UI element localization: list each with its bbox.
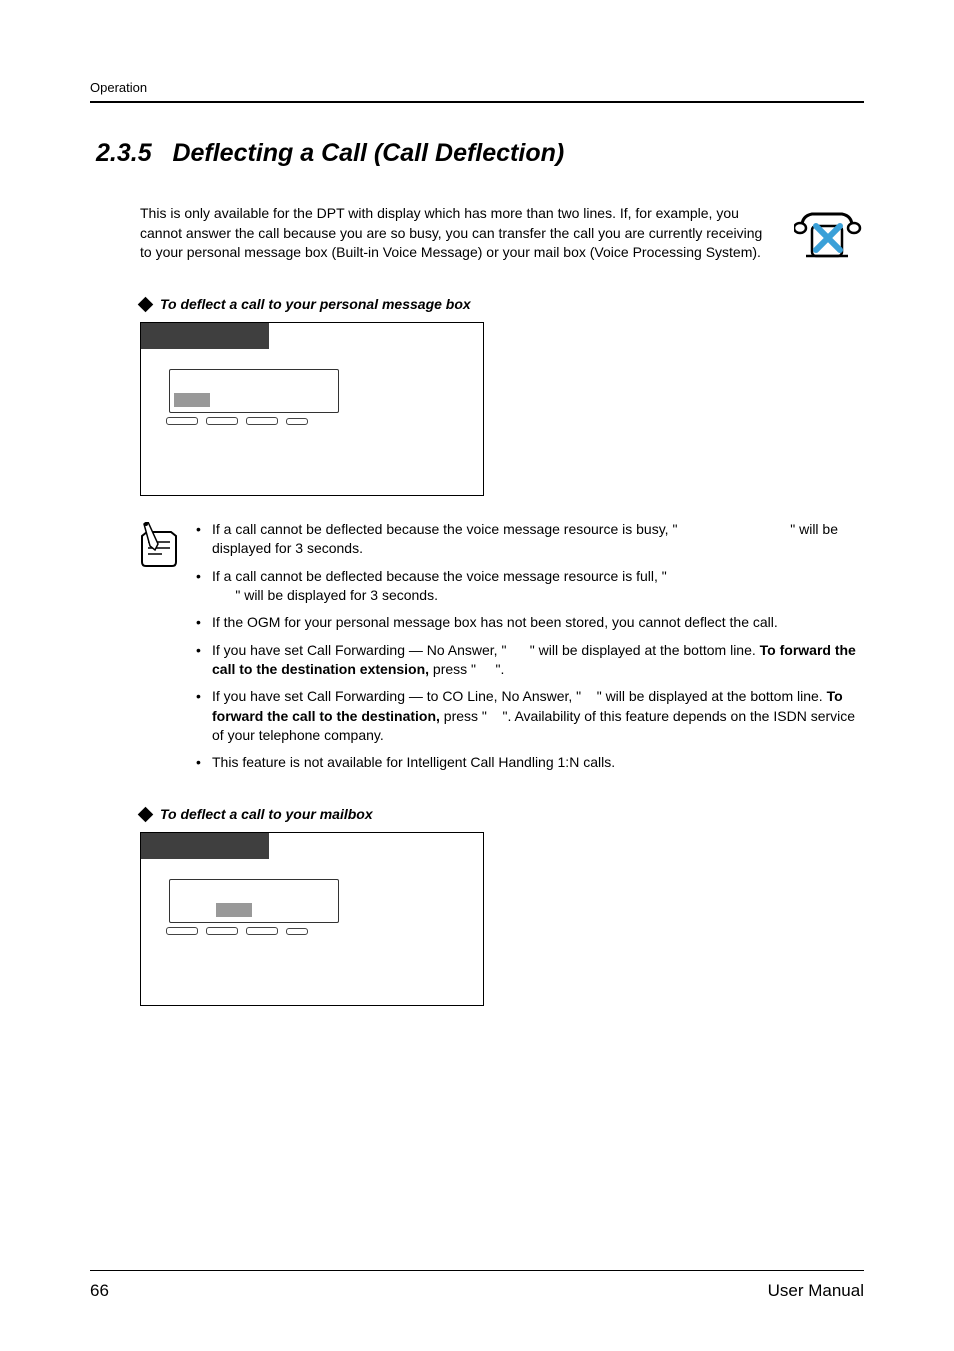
phone-display xyxy=(169,369,339,413)
title-text: Deflecting a Call (Call Deflection) xyxy=(172,139,564,167)
page-header: Operation xyxy=(90,80,864,103)
phone-transfer-icon xyxy=(794,204,864,268)
subhead-2: To deflect a call to your mailbox xyxy=(140,806,864,822)
softkey-3 xyxy=(246,927,278,935)
display-softlabel xyxy=(174,393,210,407)
page-footer: 66 User Manual xyxy=(90,1270,864,1301)
note-item-2: If a call cannot be deflected because th… xyxy=(194,567,864,606)
softkey-1 xyxy=(166,417,198,425)
display-screen xyxy=(174,883,334,917)
box-spacer xyxy=(163,425,461,469)
page-number: 66 xyxy=(90,1281,109,1301)
box-body xyxy=(141,349,483,495)
title-number: 2.3.5 xyxy=(96,139,152,167)
subhead-2-text: To deflect a call to your mailbox xyxy=(160,806,373,822)
softkey-2 xyxy=(206,927,238,935)
section-label: Operation xyxy=(90,80,864,95)
box-body xyxy=(141,859,483,1005)
softkey-1 xyxy=(166,927,198,935)
subhead-1: To deflect a call to your personal messa… xyxy=(140,296,864,312)
diamond-icon xyxy=(138,807,154,823)
note-item-4: If you have set Call Forwarding — No Ans… xyxy=(194,641,864,680)
softkey-2 xyxy=(206,417,238,425)
note-item-5: If you have set Call Forwarding — to CO … xyxy=(194,687,864,745)
softkey-row xyxy=(166,927,461,935)
display-screen xyxy=(174,373,334,407)
section-title: 2.3.5 Deflecting a Call (Call Deflection… xyxy=(96,139,864,168)
display-box-1 xyxy=(140,322,484,496)
display-box-2 xyxy=(140,832,484,1006)
softkey-row xyxy=(166,417,461,425)
notes-section: If a call cannot be deflected because th… xyxy=(138,520,864,780)
box-title-bar xyxy=(141,833,269,859)
box-spacer xyxy=(163,935,461,979)
header-rule xyxy=(90,101,864,103)
box-title-bar xyxy=(141,323,269,349)
note-item-1: If a call cannot be deflected because th… xyxy=(194,520,864,559)
softkey-4 xyxy=(286,928,308,935)
notes-list: If a call cannot be deflected because th… xyxy=(194,520,864,780)
softkey-3 xyxy=(246,417,278,425)
intro-paragraph: This is only available for the DPT with … xyxy=(140,204,776,263)
doc-title: User Manual xyxy=(768,1281,864,1301)
footer-rule xyxy=(90,1270,864,1271)
note-item-6: This feature is not available for Intell… xyxy=(194,753,864,772)
display-softlabel xyxy=(216,903,252,917)
intro-row: This is only available for the DPT with … xyxy=(140,204,864,268)
softkey-4 xyxy=(286,418,308,425)
diamond-icon xyxy=(138,296,154,312)
subhead-1-text: To deflect a call to your personal messa… xyxy=(160,296,471,312)
phone-display xyxy=(169,879,339,923)
note-item-3: If the OGM for your personal message box… xyxy=(194,613,864,632)
pencil-note-icon xyxy=(138,522,180,568)
